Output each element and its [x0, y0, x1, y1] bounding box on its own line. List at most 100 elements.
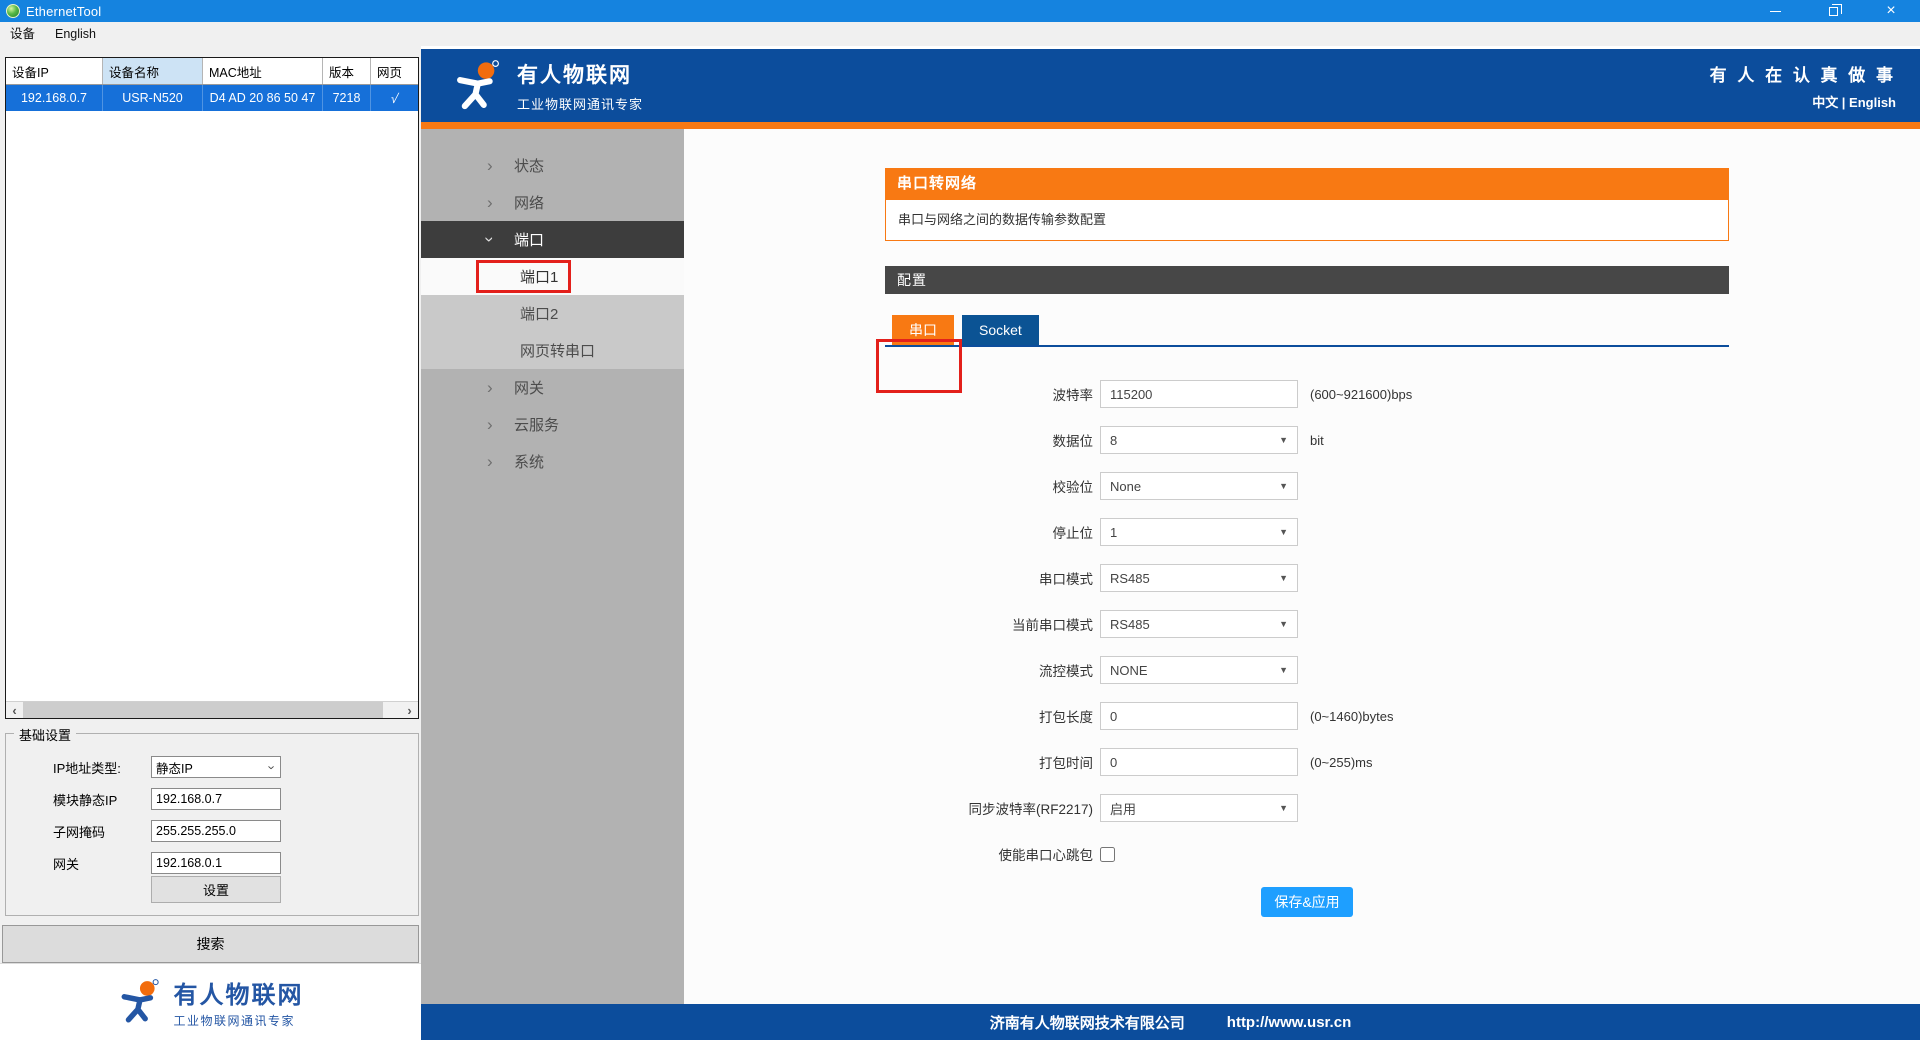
chevron-right-icon: ›: [487, 379, 493, 396]
close-button[interactable]: ×: [1862, 0, 1920, 22]
pack-len-input[interactable]: [1100, 702, 1298, 730]
subnet-row: 子网掩码: [6, 820, 418, 842]
pack-time-hint: (0~255)ms: [1310, 755, 1373, 770]
col-device-ip[interactable]: 设备IP: [6, 58, 103, 84]
save-apply-button[interactable]: 保存&应用: [1261, 887, 1353, 917]
sidebar-item-port2[interactable]: 端口2: [421, 295, 684, 332]
ip-type-label: IP地址类型:: [53, 758, 121, 777]
ip-type-value: 静态IP: [156, 758, 193, 777]
gateway-label: 网关: [53, 854, 79, 873]
pack-len-label: 打包长度: [885, 706, 1093, 726]
pack-time-input[interactable]: [1100, 748, 1298, 776]
heartbeat-row: 使能串口心跳包: [885, 840, 1729, 868]
chevron-down-icon: ›: [264, 765, 279, 769]
web-link-icon: √: [389, 91, 399, 106]
language-switch[interactable]: 中文 | English: [1710, 92, 1896, 111]
baud-hint: (600~921600)bps: [1310, 387, 1412, 402]
dropdown-arrow-icon: ▼: [1279, 573, 1288, 583]
pack-len-row: 打包长度 (0~1460)bytes: [885, 702, 1729, 730]
heartbeat-checkbox[interactable]: [1100, 847, 1115, 862]
web-content: 串口转网络 串口与网络之间的数据传输参数配置 配置 串口 Socket 波特率 …: [684, 129, 1920, 1004]
usr-person-icon-white: [453, 60, 505, 112]
flow-ctrl-row: 流控模式 NONE ▼: [885, 656, 1729, 684]
flow-ctrl-select[interactable]: NONE ▼: [1100, 656, 1298, 684]
cell-version: 7218: [323, 85, 371, 111]
minimize-button[interactable]: [1746, 0, 1804, 22]
col-web[interactable]: 网页: [371, 58, 418, 84]
static-ip-label: 模块静态IP: [53, 790, 117, 809]
current-mode-select[interactable]: RS485 ▼: [1100, 610, 1298, 638]
sync-baud-select[interactable]: 启用 ▼: [1100, 794, 1298, 822]
parity-select[interactable]: None ▼: [1100, 472, 1298, 500]
search-button[interactable]: 搜索: [2, 925, 419, 963]
scroll-right-icon[interactable]: ›: [401, 702, 418, 718]
sidebar-item-port1[interactable]: 端口1: [421, 258, 684, 295]
databits-row: 数据位 8 ▼ bit: [885, 426, 1729, 454]
dropdown-arrow-icon: ▼: [1279, 665, 1288, 675]
cell-mac: D4 AD 20 86 50 47: [203, 85, 323, 111]
stopbits-select[interactable]: 1 ▼: [1100, 518, 1298, 546]
tab-serial[interactable]: 串口: [892, 315, 954, 345]
horizontal-scrollbar[interactable]: ‹ ›: [6, 701, 418, 718]
sidebar-item-gateway[interactable]: › 网关: [421, 369, 684, 406]
web-brand-tagline: 工业物联网通讯专家: [517, 94, 643, 113]
cell-web-link[interactable]: √: [371, 85, 418, 111]
webview: 有人物联网 工业物联网通讯专家 有 人 在 认 真 做 事 中文 | Engli…: [421, 46, 1920, 1040]
menu-device[interactable]: 设备: [0, 22, 45, 46]
subnet-field[interactable]: [151, 820, 281, 842]
dropdown-arrow-icon: ▼: [1279, 527, 1288, 537]
heartbeat-label: 使能串口心跳包: [885, 844, 1093, 864]
set-button[interactable]: 设置: [151, 876, 281, 903]
serial-form: 波特率 (600~921600)bps 数据位 8 ▼ bit 校验位 None: [885, 380, 1729, 917]
serial-mode-select[interactable]: RS485 ▼: [1100, 564, 1298, 592]
sidebar-item-system[interactable]: › 系统: [421, 443, 684, 480]
web-header: 有人物联网 工业物联网通讯专家 有 人 在 认 真 做 事 中文 | Engli…: [421, 49, 1920, 122]
cell-device-name: USR-N520: [103, 85, 203, 111]
current-mode-row: 当前串口模式 RS485 ▼: [885, 610, 1729, 638]
minimize-icon: [1770, 11, 1781, 12]
sidebar-item-web2serial[interactable]: 网页转串口: [421, 332, 684, 369]
sidebar-item-network[interactable]: › 网络: [421, 184, 684, 221]
col-device-name[interactable]: 设备名称: [103, 58, 203, 84]
stopbits-row: 停止位 1 ▼: [885, 518, 1729, 546]
tab-socket[interactable]: Socket: [962, 315, 1039, 345]
parity-row: 校验位 None ▼: [885, 472, 1729, 500]
dropdown-arrow-icon: ▼: [1279, 481, 1288, 491]
scrollbar-thumb[interactable]: [23, 702, 383, 718]
scroll-left-icon[interactable]: ‹: [6, 702, 23, 718]
sidebar-item-port[interactable]: › 端口: [421, 221, 684, 258]
ip-type-row: IP地址类型: 静态IP ›: [6, 756, 418, 778]
titlebar: EthernetTool ×: [0, 0, 1920, 22]
baud-label: 波特率: [885, 384, 1093, 404]
chevron-right-icon: ›: [487, 416, 493, 433]
col-version[interactable]: 版本: [323, 58, 371, 84]
baud-row: 波特率 (600~921600)bps: [885, 380, 1729, 408]
parity-label: 校验位: [885, 476, 1093, 496]
static-ip-field[interactable]: [151, 788, 281, 810]
ip-type-select[interactable]: 静态IP ›: [151, 756, 281, 778]
gateway-field[interactable]: [151, 852, 281, 874]
footer-url[interactable]: http://www.usr.cn: [1227, 1014, 1351, 1031]
chevron-right-icon: ›: [487, 194, 493, 211]
restore-icon: [1829, 7, 1838, 16]
baud-input[interactable]: [1100, 380, 1298, 408]
device-row-selected[interactable]: 192.168.0.7 USR-N520 D4 AD 20 86 50 47 7…: [6, 85, 418, 111]
pack-time-row: 打包时间 (0~255)ms: [885, 748, 1729, 776]
window-title: EthernetTool: [26, 4, 101, 19]
restore-button[interactable]: [1804, 0, 1862, 22]
serial-mode-row: 串口模式 RS485 ▼: [885, 564, 1729, 592]
sidebar-item-status[interactable]: › 状态: [421, 147, 684, 184]
databits-select[interactable]: 8 ▼: [1100, 426, 1298, 454]
app-icon: [6, 4, 20, 18]
serial-mode-label: 串口模式: [885, 568, 1093, 588]
footer-company: 济南有人物联网技术有限公司: [990, 1012, 1185, 1033]
tabs: 串口 Socket: [885, 315, 1729, 345]
col-mac[interactable]: MAC地址: [203, 58, 323, 84]
sidebar-item-cloud[interactable]: › 云服务: [421, 406, 684, 443]
pack-len-hint: (0~1460)bytes: [1310, 709, 1393, 724]
menu-english[interactable]: English: [45, 22, 106, 46]
static-ip-row: 模块静态IP: [6, 788, 418, 810]
web-sidebar: › 状态 › 网络 › 端口 端口1 端口2 网页转串口 › 网关 › 云服务 …: [421, 129, 684, 1004]
chevron-right-icon: ›: [487, 453, 493, 470]
left-panel-logo: 有人物联网 工业物联网通讯专家: [0, 963, 421, 1040]
